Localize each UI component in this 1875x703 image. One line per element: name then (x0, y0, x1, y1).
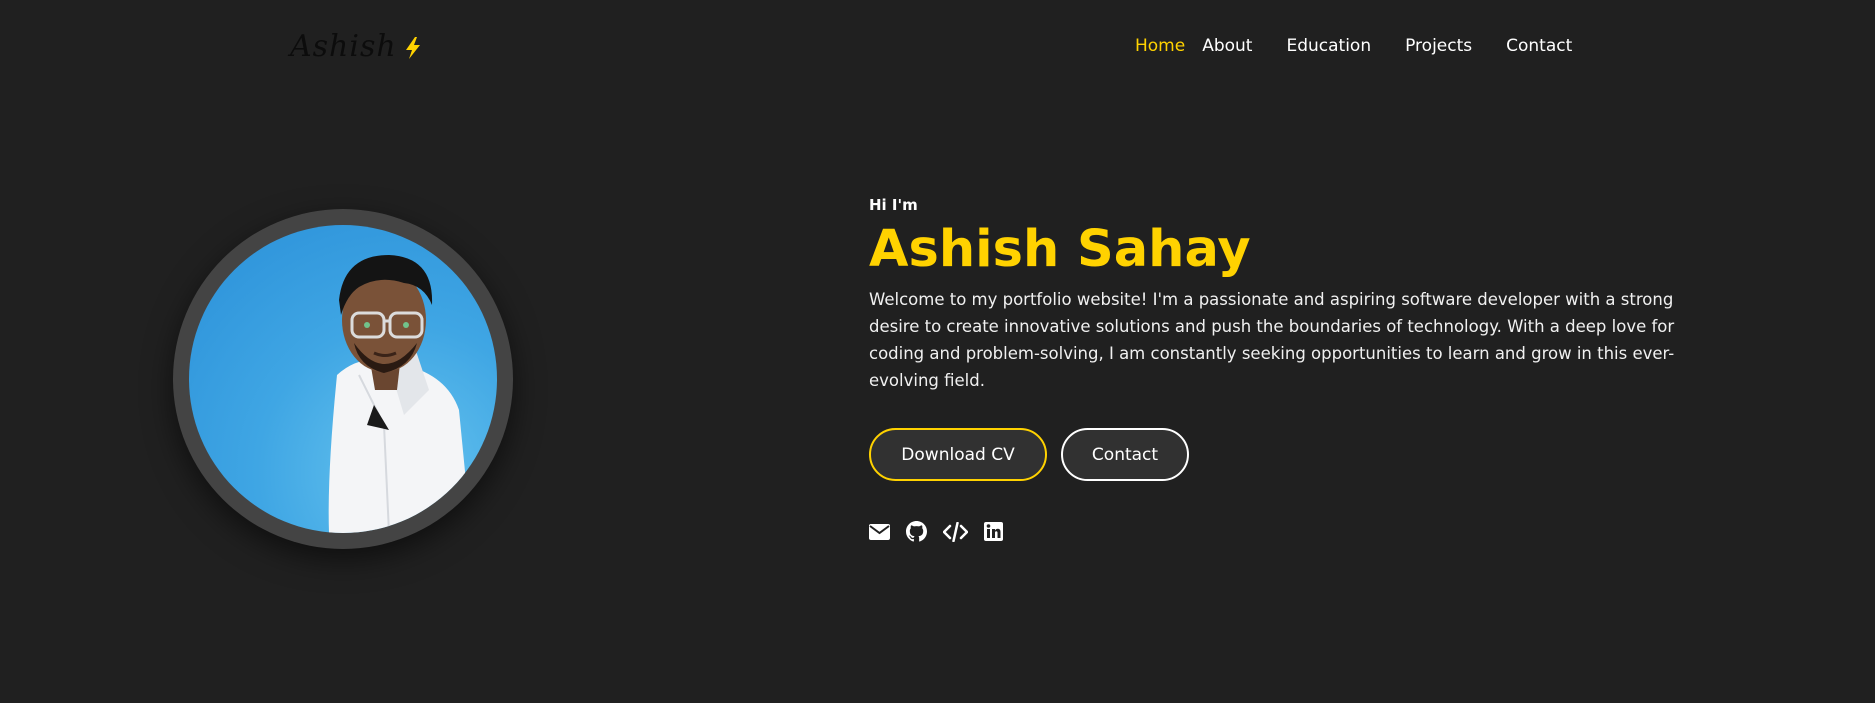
github-icon[interactable] (906, 521, 927, 542)
hero-description: Welcome to my portfolio website! I'm a p… (869, 290, 1675, 391)
avatar-frame (173, 209, 513, 549)
nav-contact[interactable]: Contact (1506, 36, 1572, 56)
lightning-bolt-icon (403, 36, 423, 64)
hero-content: Hi I'm Ashish Sahay Welcome to my portfo… (869, 196, 1719, 542)
nav-home[interactable]: Home (1135, 36, 1185, 56)
avatar (189, 225, 497, 533)
nav-projects[interactable]: Projects (1405, 36, 1472, 56)
linkedin-icon[interactable] (984, 522, 1003, 542)
nav-about[interactable]: About (1202, 36, 1252, 56)
contact-button[interactable]: Contact (1061, 428, 1189, 482)
greeting: Hi I'm (869, 196, 918, 214)
social-links (869, 521, 1719, 542)
download-cv-button[interactable]: Download CV (869, 428, 1047, 482)
envelope-icon[interactable] (869, 523, 890, 540)
code-icon[interactable] (943, 521, 968, 542)
hero-name: Ashish Sahay (869, 220, 1251, 279)
nav-education[interactable]: Education (1286, 36, 1371, 56)
hero-buttons: Download CV Contact (869, 428, 1719, 482)
main-nav: Home About Education Projects Contact (1135, 36, 1572, 56)
logo[interactable]: Ashish (290, 28, 423, 64)
logo-text: Ashish (290, 28, 397, 64)
